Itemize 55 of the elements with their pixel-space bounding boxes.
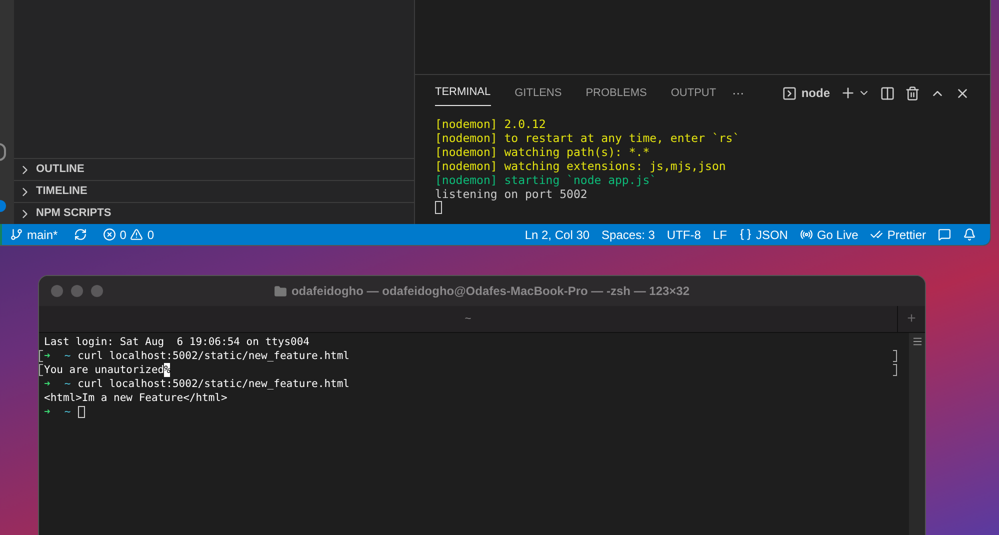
output-text: Last login: Sat Aug 6 19:06:54 on ttys004 [44,335,310,349]
terminal-tab[interactable]: ~ [39,306,897,332]
warning-icon [130,228,144,241]
new-terminal-icon[interactable] [840,85,856,101]
terminal-icon [782,86,798,100]
window-title: odafeidogho — odafeidogho@Odafes-MacBook-Pro — -zsh — 123×32 [291,283,690,300]
problems-status[interactable]: 0 0 [94,226,162,244]
status-item[interactable]: JSON [732,224,794,245]
terminal-line: [nodemon] watching path(s): *.* [435,145,651,159]
output-text: <html>Im a new Feature</html> [44,391,228,405]
prompt-arrow: ➜ [44,349,50,363]
status-item[interactable]: Go Live [794,224,864,245]
prompt-directory: ~ [64,377,71,391]
cursor-icon [435,201,442,214]
panel-tab[interactable]: GITLENS [514,80,562,106]
broadcast-icon [800,228,813,241]
sync-icon[interactable] [74,228,87,241]
prompt-arrow: ➜ [44,377,50,391]
status-item[interactable]: Ln 2, Col 30 [518,224,596,245]
double-check-icon [870,228,884,241]
bell-icon [963,228,976,241]
mark-bracket-icon [893,364,897,376]
status-item[interactable]: LF [706,224,733,245]
trash-icon[interactable] [905,86,920,100]
command-text: curl localhost:5002/static/new_feature.html [78,377,350,391]
feedback-icon [938,228,951,241]
terminal-selector[interactable]: node [782,84,830,102]
terminal-line: listening on port 5002 [435,187,588,201]
terminal-line: [nodemon] starting `node app.js` [435,173,658,187]
panel-tab[interactable]: PROBLEMS [586,80,647,106]
status-item[interactable]: UTF-8 [660,224,707,245]
branch-status[interactable]: main* [2,226,66,244]
error-icon [102,228,116,241]
terminal-line: [nodemon] 2.0.12 [435,117,547,131]
folder-icon [274,284,288,298]
prompt-arrow: ➜ [44,405,50,419]
panel-tab[interactable]: OUTPUT [670,80,716,106]
split-icon[interactable] [880,86,895,100]
new-tab-button[interactable]: + [897,306,925,332]
braces-icon [738,228,752,241]
sidebar-section-header[interactable]: OUTLINE [14,158,414,180]
command-text: curl localhost:5002/static/new_feature.html [78,349,350,363]
status-item[interactable]: Spaces: 3 [596,224,661,245]
output-text: You are unautorized [44,363,164,377]
status-item[interactable]: Prettier [864,224,932,245]
mark-bracket-icon [893,350,897,362]
branch-icon [10,228,23,241]
menu-icon[interactable] [912,336,922,347]
terminal-line: [nodemon] to restart at any time, enter `rs` [435,131,741,145]
terminal-line: [nodemon] watching extensions: js,mjs,json [435,159,727,173]
more-button[interactable]: ··· [732,84,744,102]
prompt-directory: ~ [64,405,71,419]
prompt-directory: ~ [64,349,71,363]
panel-tab[interactable]: TERMINAL [435,80,491,106]
sidebar-section-header[interactable]: TIMELINE [14,180,414,202]
